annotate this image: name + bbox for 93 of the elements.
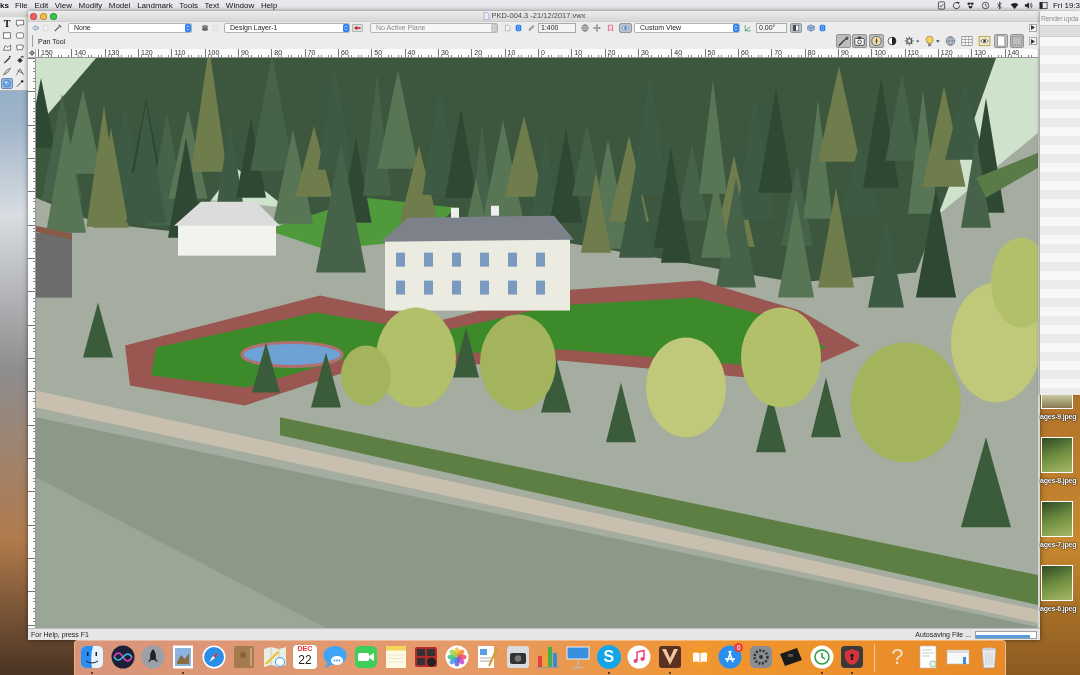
minimize-button[interactable] (40, 12, 47, 20)
clock-icon[interactable] (809, 645, 834, 669)
palette-title-bar (0, 11, 28, 17)
menu-item[interactable]: Window (225, 0, 255, 11)
menu-item[interactable]: Tools (179, 0, 198, 11)
menu-item[interactable]: Modify (78, 0, 103, 11)
image-thumbnail[interactable] (1041, 501, 1073, 537)
wave-shape-icon[interactable] (14, 41, 26, 53)
eraser-icon[interactable] (14, 53, 26, 65)
camera-icon[interactable] (505, 645, 530, 669)
rectangle-icon[interactable] (1, 29, 13, 41)
rounded-rectangle-icon[interactable] (14, 29, 26, 41)
polygon-icon[interactable] (1, 41, 13, 53)
sphere-icon[interactable] (1, 77, 13, 89)
caret-icon[interactable] (915, 39, 919, 43)
camera-icon[interactable] (852, 34, 867, 48)
volume-icon[interactable] (1024, 1, 1034, 10)
axes-icon[interactable] (743, 22, 753, 33)
menu-clock[interactable]: Fri 19:3 (1052, 0, 1080, 11)
pencil-icon[interactable] (527, 22, 536, 33)
flower-icon[interactable] (444, 645, 469, 669)
globe-icon[interactable] (580, 22, 590, 33)
image-thumbnail[interactable] (1041, 437, 1073, 473)
wallet-icon[interactable] (779, 645, 804, 669)
menu-item[interactable]: ks (0, 0, 9, 11)
wifi-icon[interactable] (1009, 1, 1019, 10)
gear-icon[interactable] (904, 35, 915, 47)
bulb-icon[interactable] (924, 35, 936, 47)
menu-item[interactable]: Edit (34, 0, 49, 11)
arrow-frame-icon[interactable] (351, 22, 364, 33)
stepper-icon[interactable] (514, 22, 523, 33)
speech-bubble-icon[interactable] (14, 17, 26, 29)
close-button[interactable] (30, 12, 37, 20)
notepad-icon[interactable] (384, 645, 409, 669)
wave-orb-icon[interactable] (110, 645, 135, 669)
shield-lock-icon[interactable] (839, 645, 864, 669)
stepper-icon[interactable] (733, 23, 739, 32)
music-note-icon[interactable] (627, 645, 652, 669)
menu-item[interactable]: Help (260, 0, 278, 11)
eye-icon[interactable] (977, 34, 992, 48)
triangle-lines-icon[interactable] (718, 645, 743, 669)
cylinder-icon[interactable] (200, 22, 210, 33)
globe-icon[interactable] (944, 34, 957, 48)
menu-item[interactable]: Landmark (137, 0, 173, 11)
sidebar-icon[interactable] (1038, 1, 1048, 10)
photo-stack-icon[interactable] (171, 645, 196, 669)
pen-paper-icon[interactable] (475, 645, 500, 669)
calendar-day: 22 (298, 653, 312, 667)
panel-icon[interactable] (790, 22, 802, 33)
stepper-icon[interactable] (818, 22, 827, 33)
stepper-icon[interactable] (343, 23, 349, 32)
pen-icon[interactable] (1, 53, 13, 65)
compass-icon[interactable] (869, 34, 884, 48)
crossing-lines-icon[interactable] (14, 65, 26, 77)
stepper-icon[interactable] (185, 23, 191, 32)
book-icon[interactable] (232, 645, 257, 669)
brush-icon[interactable] (53, 22, 63, 33)
rocket-icon[interactable] (140, 645, 165, 669)
caret-icon[interactable] (936, 39, 940, 43)
wand-icon[interactable] (836, 34, 851, 48)
compass-icon[interactable] (201, 645, 226, 669)
bookmark-icon[interactable] (606, 22, 615, 33)
zoom-button[interactable] (50, 12, 57, 20)
tool-glyph[interactable]: T (1, 17, 13, 29)
grid-icon[interactable] (960, 34, 974, 48)
checklist-icon[interactable] (937, 1, 947, 10)
cube-icon[interactable] (806, 22, 816, 33)
menu-item[interactable]: View (54, 0, 72, 11)
image-thumbnail[interactable] (1041, 565, 1073, 601)
eye-icon[interactable] (619, 22, 632, 33)
speech-bubble-icon[interactable] (323, 645, 348, 669)
page-icon[interactable] (994, 34, 1008, 48)
map-icon[interactable] (262, 645, 287, 669)
eyedropper-icon[interactable] (14, 77, 26, 89)
sync-icon[interactable] (951, 1, 961, 10)
video-camera-icon[interactable] (353, 645, 378, 669)
chevron-icon[interactable] (657, 645, 682, 669)
menu-item[interactable]: Model (108, 0, 131, 11)
arrow-left-icon[interactable] (31, 22, 40, 33)
header-bar (1040, 25, 1080, 37)
bluetooth-icon[interactable] (995, 1, 1005, 10)
clock-icon[interactable] (980, 1, 990, 10)
smiley-tile-icon[interactable] (80, 645, 105, 669)
gear-icon[interactable] (748, 645, 773, 669)
box-icon[interactable] (966, 1, 976, 10)
menu-item[interactable]: Text (204, 0, 220, 11)
podium-icon[interactable] (566, 645, 591, 669)
image-thumbnail[interactable] (1041, 395, 1073, 409)
contrast-icon[interactable] (886, 34, 898, 48)
photo-strip-icon[interactable] (414, 645, 439, 669)
move-icon[interactable] (592, 22, 602, 33)
menu-item[interactable]: File (14, 0, 28, 11)
open-book-icon[interactable] (688, 645, 712, 669)
